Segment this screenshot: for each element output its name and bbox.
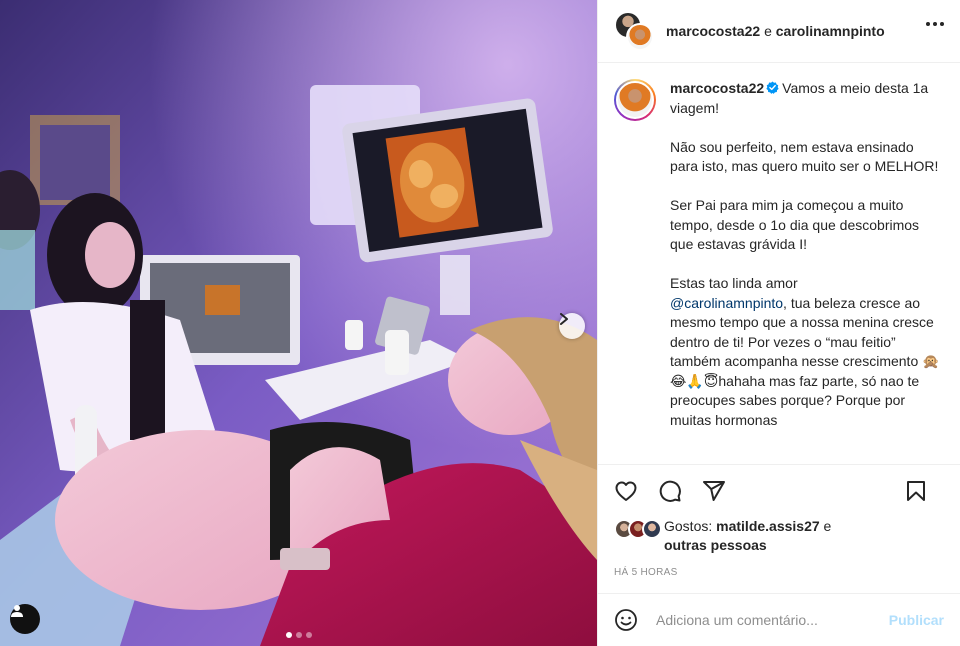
collab-avatars[interactable]: [614, 11, 654, 51]
comment-input[interactable]: [656, 612, 889, 628]
mention-link[interactable]: @carolinamnpinto: [670, 295, 783, 311]
emoji-icon[interactable]: [614, 608, 638, 632]
more-options-button[interactable]: [926, 22, 944, 26]
share-send-icon[interactable]: [702, 479, 726, 503]
bookmark-icon[interactable]: [904, 479, 928, 503]
instagram-post: marcocosta22 e carolinamnpinto marcocost…: [0, 0, 960, 646]
caption-p3-start: Estas tao linda amor: [670, 275, 798, 291]
dot: [926, 22, 930, 26]
caption-username[interactable]: marcocosta22: [670, 80, 764, 96]
publish-button[interactable]: Publicar: [889, 612, 944, 628]
verified-badge-icon: [766, 81, 779, 94]
caption-scroll-area[interactable]: marcocosta22 Vamos a meio desta 1a viagem…: [598, 63, 960, 465]
caption-p3-end: , tua beleza cresce ao mesmo tempo que a…: [670, 294, 940, 428]
dot: [940, 22, 944, 26]
header-user1[interactable]: marcocosta22: [666, 23, 760, 39]
liker-avatars[interactable]: [614, 519, 662, 539]
carousel-indicator: [285, 632, 312, 638]
header-separator: e: [764, 23, 772, 39]
carousel-dot: [285, 632, 292, 638]
comment-form: Publicar: [598, 593, 960, 646]
post-media[interactable]: [0, 0, 597, 646]
likes-suffix: e: [823, 518, 832, 534]
likes-prefix: Gostos:: [664, 518, 713, 534]
user-icon: [11, 605, 23, 617]
dot: [933, 22, 937, 26]
caption-avatar[interactable]: [614, 79, 656, 121]
header-user2[interactable]: carolinamnpinto: [776, 23, 885, 39]
caption: marcocosta22 Vamos a meio desta 1a viagem…: [614, 79, 944, 450]
ultrasound-photo: [0, 0, 597, 646]
other-likers-link[interactable]: outras pessoas: [664, 537, 767, 553]
post-header: marcocosta22 e carolinamnpinto: [598, 0, 960, 63]
likes-row: Gostos: matilde.assis27 e outras pessoas: [598, 517, 960, 555]
like-heart-icon[interactable]: [614, 479, 638, 503]
avatar: [626, 23, 654, 51]
likes-text: Gostos: matilde.assis27 e outras pessoas: [664, 517, 831, 555]
tagged-users-button[interactable]: [10, 604, 40, 634]
carousel-dot: [295, 632, 302, 638]
caption-paragraph: Estas tao linda amor @carolinamnpinto, tu…: [670, 274, 944, 430]
next-image-button[interactable]: [559, 313, 585, 339]
chevron-right-icon: [560, 313, 568, 325]
header-usernames: marcocosta22 e carolinamnpinto: [666, 23, 885, 39]
caption-paragraph: Não sou perfeito, nem estava ensinado pa…: [670, 138, 939, 175]
post-side-panel: marcocosta22 e carolinamnpinto marcocost…: [597, 0, 960, 646]
liker-username[interactable]: matilde.assis27: [716, 518, 820, 534]
comment-bubble-icon[interactable]: [658, 479, 682, 503]
post-timestamp[interactable]: HÁ 5 HORAS: [598, 555, 960, 578]
avatar: [642, 519, 662, 539]
caption-paragraph: Ser Pai para mim ja começou a muito temp…: [670, 197, 920, 252]
caption-text: marcocosta22 Vamos a meio desta 1a viagem…: [670, 79, 944, 450]
action-bar: [598, 465, 960, 517]
carousel-dot: [305, 632, 312, 638]
